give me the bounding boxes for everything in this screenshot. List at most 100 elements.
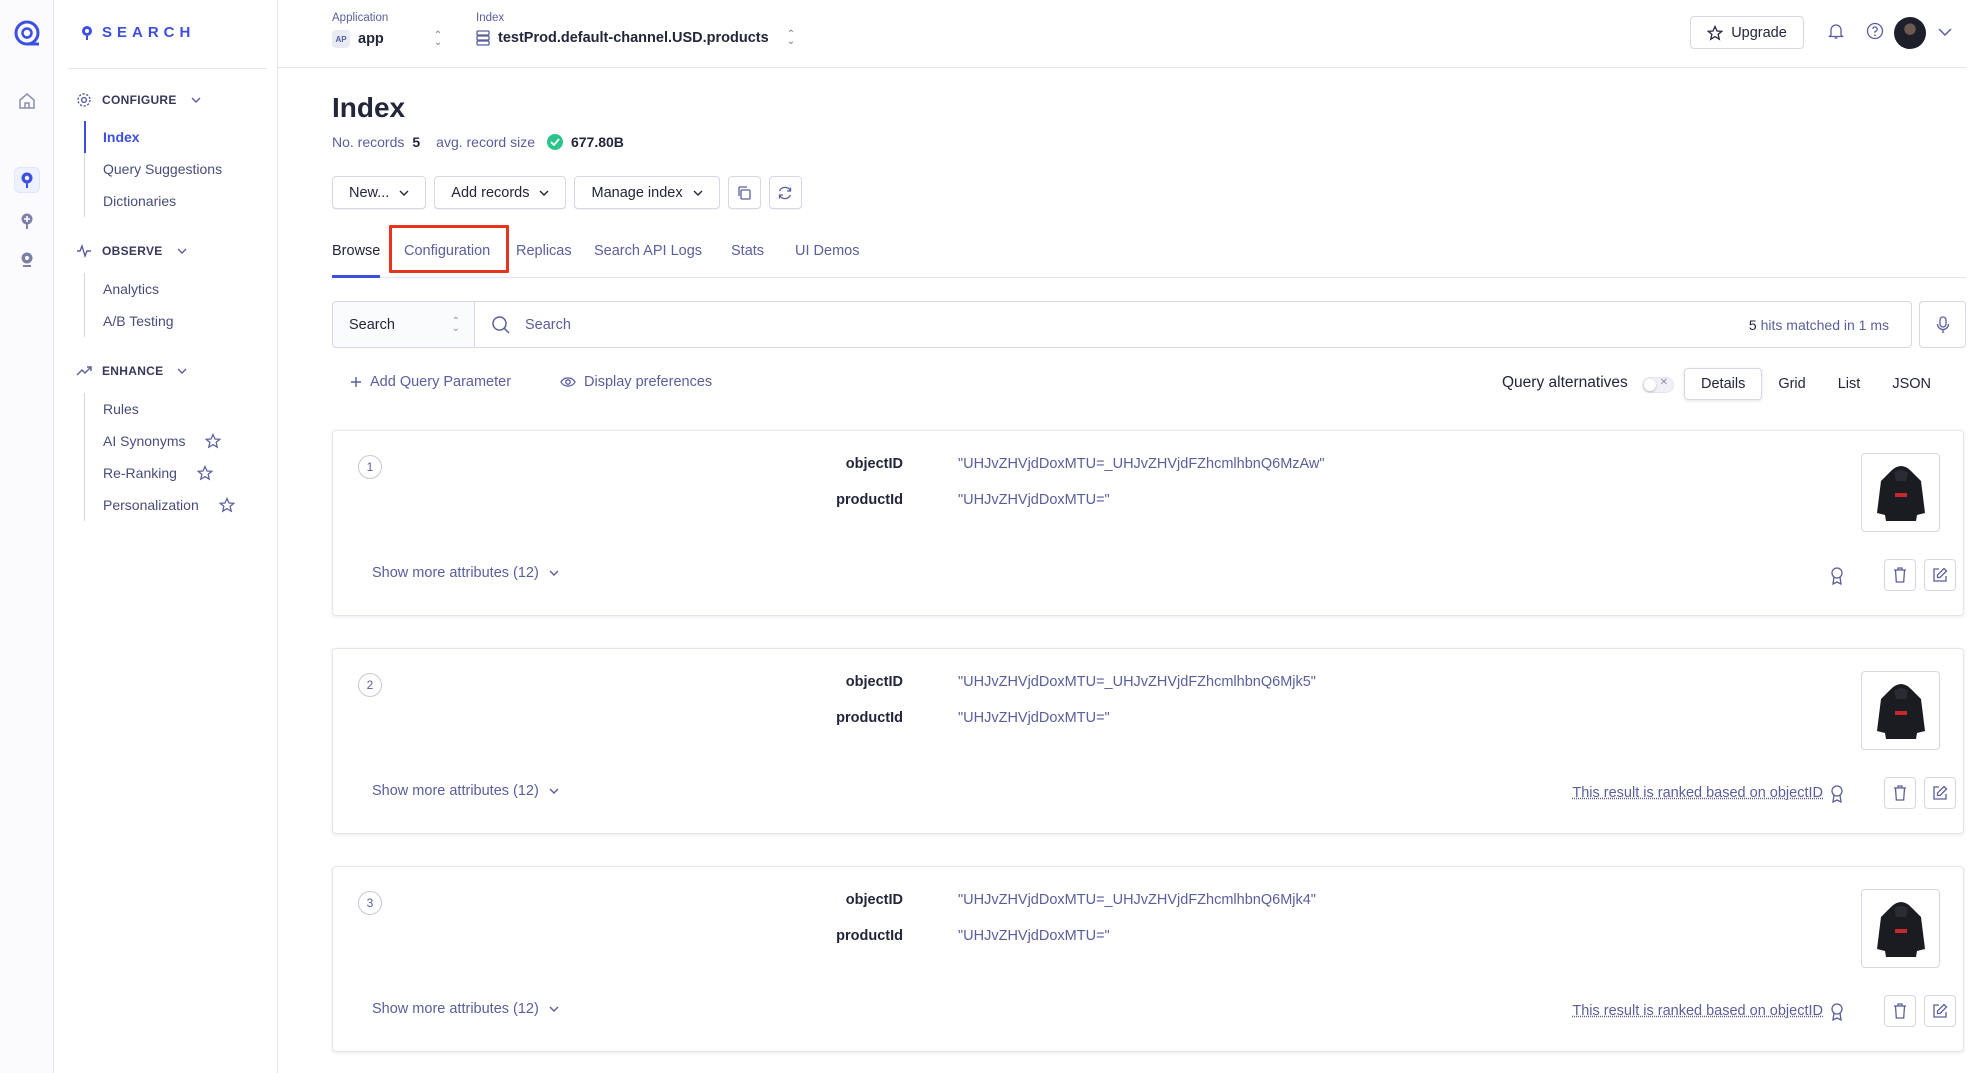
chevron-down-icon: [177, 368, 187, 374]
sidebar-item-analytics[interactable]: Analytics: [85, 273, 174, 305]
award-icon[interactable]: [1830, 567, 1844, 585]
sidebar-item-ai-synonyms[interactable]: AI Synonyms: [85, 425, 235, 457]
sidebar-item-ab-testing[interactable]: A/B Testing: [85, 305, 174, 337]
tab-ui-demos[interactable]: UI Demos: [795, 228, 859, 278]
link-label: Show more attributes (12): [372, 565, 539, 581]
view-details-button[interactable]: Details: [1684, 368, 1763, 400]
tab-bar: Browse Configuration Replicas Search API…: [332, 228, 1966, 278]
edit-button[interactable]: [1924, 995, 1956, 1027]
add-records-button[interactable]: Add records: [434, 176, 567, 209]
edit-button[interactable]: [1924, 559, 1956, 591]
view-list-button[interactable]: List: [1822, 368, 1877, 400]
tab-stats[interactable]: Stats: [731, 228, 764, 278]
application-label: Application: [332, 12, 389, 24]
sidebar-item-index[interactable]: Index: [84, 121, 222, 153]
tab-search-api-logs[interactable]: Search API Logs: [594, 228, 702, 278]
search-product-icon[interactable]: [14, 167, 40, 193]
bell-icon[interactable]: [1828, 22, 1844, 40]
eye-icon: [560, 377, 576, 387]
chevron-down-icon: [549, 1006, 559, 1012]
application-value: app: [358, 31, 384, 47]
tab-replicas[interactable]: Replicas: [516, 228, 572, 278]
brand[interactable]: SEARCH: [80, 24, 195, 41]
show-more-attributes-button[interactable]: Show more attributes (12): [372, 783, 559, 799]
chevron-down-icon: [549, 788, 559, 794]
sidebar-item-label: A/B Testing: [103, 313, 174, 329]
size-label: avg. record size: [436, 134, 535, 150]
tab-browse[interactable]: Browse: [332, 228, 381, 278]
options-row: Add Query Parameter Display preferences …: [332, 368, 1966, 400]
records-value: 5: [412, 134, 421, 150]
gear-icon: [77, 93, 91, 107]
page-title: Index: [332, 92, 406, 123]
section-observe[interactable]: OBSERVE: [76, 244, 187, 258]
chevron-down-icon: [693, 190, 703, 196]
section-label: OBSERVE: [102, 244, 163, 258]
sort-arrows-icon: ⌃ ⌄: [433, 30, 443, 48]
ranking-explanation-link[interactable]: This result is ranked based on objectID: [1572, 1003, 1823, 1019]
tab-configuration[interactable]: Configuration: [404, 228, 490, 278]
record-card: 3 objectID "UHJvZHVjdDoxMTU=_UHJvZHVjdFZ…: [332, 866, 1964, 1052]
show-more-attributes-button[interactable]: Show more attributes (12): [372, 1001, 559, 1017]
award-icon[interactable]: [1830, 1003, 1844, 1021]
recommend-icon[interactable]: [14, 208, 40, 234]
sidebar-item-dictionaries[interactable]: Dictionaries: [85, 185, 222, 217]
chevron-down-icon[interactable]: [1938, 28, 1952, 36]
record-card: 1 objectID "UHJvZHVjdDoxMTU=_UHJvZHVjdFZ…: [332, 430, 1964, 616]
section-label: CONFIGURE: [102, 93, 177, 107]
copy-button[interactable]: [727, 176, 761, 209]
view-switcher: Details Grid List JSON: [1684, 368, 1947, 400]
brand-name: SEARCH: [102, 24, 196, 41]
search-icon: [492, 315, 510, 334]
refresh-button[interactable]: [768, 176, 802, 209]
award-icon[interactable]: [1830, 785, 1844, 803]
voice-search-button[interactable]: [1919, 301, 1966, 348]
query-alternatives-toggle[interactable]: ✕: [1642, 377, 1674, 393]
help-icon[interactable]: [1866, 22, 1884, 40]
sidebar-item-label: Personalization: [103, 497, 199, 513]
sidebar-item-rules[interactable]: Rules: [85, 393, 235, 425]
avatar[interactable]: [1894, 17, 1926, 49]
upgrade-button[interactable]: Upgrade: [1690, 16, 1804, 49]
application-selector[interactable]: Application AP app ⌃ ⌄: [332, 12, 442, 48]
delete-button[interactable]: [1884, 559, 1916, 591]
ranking-explanation-link[interactable]: This result is ranked based on objectID: [1572, 785, 1823, 801]
section-enhance[interactable]: ENHANCE: [76, 364, 187, 378]
new-button[interactable]: New...: [332, 176, 427, 209]
delete-button[interactable]: [1884, 777, 1916, 809]
button-label: New...: [349, 184, 390, 201]
view-json-button[interactable]: JSON: [1876, 368, 1947, 400]
search-mode-select[interactable]: Search ⌃ ⌄: [332, 301, 475, 348]
pulse-icon: [77, 244, 91, 258]
search-input[interactable]: Search 5 hits matched in 1 ms: [475, 301, 1912, 348]
product-image: [1861, 453, 1940, 532]
rank-badge: 1: [358, 455, 382, 479]
edit-button[interactable]: [1924, 777, 1956, 809]
manage-index-button[interactable]: Manage index: [574, 176, 720, 209]
database-icon: [476, 30, 490, 46]
sidebar-item-label: Re-Ranking: [103, 465, 177, 481]
enhance-items: Rules AI Synonyms Re-Ranking Personaliza…: [84, 393, 235, 521]
sidebar-item-personalization[interactable]: Personalization: [85, 489, 235, 521]
attr-value: "UHJvZHVjdDoxMTU=": [958, 492, 1110, 508]
product-image: [1861, 889, 1940, 968]
home-icon[interactable]: [14, 88, 40, 114]
attr-value: "UHJvZHVjdDoxMTU=": [958, 710, 1110, 726]
hoodie-image: [1876, 683, 1925, 739]
algolia-logo-icon[interactable]: [12, 18, 42, 48]
add-query-parameter-button[interactable]: Add Query Parameter: [350, 374, 511, 390]
index-selector[interactable]: Index testProd.default-channel.USD.produ…: [476, 12, 795, 47]
attr-key: objectID: [845, 456, 903, 472]
display-preferences-button[interactable]: Display preferences: [560, 374, 712, 390]
sidebar-item-re-ranking[interactable]: Re-Ranking: [85, 457, 235, 489]
button-label: Manage index: [591, 184, 683, 201]
show-more-attributes-button[interactable]: Show more attributes (12): [372, 565, 559, 581]
delete-button[interactable]: [1884, 995, 1916, 1027]
section-configure[interactable]: CONFIGURE: [76, 92, 201, 108]
edit-icon: [1933, 567, 1948, 582]
crawler-icon[interactable]: [14, 247, 40, 273]
sidebar-item-query-suggestions[interactable]: Query Suggestions: [85, 153, 222, 185]
microphone-icon: [1936, 315, 1949, 333]
star-icon: [205, 433, 222, 449]
view-grid-button[interactable]: Grid: [1762, 368, 1821, 400]
